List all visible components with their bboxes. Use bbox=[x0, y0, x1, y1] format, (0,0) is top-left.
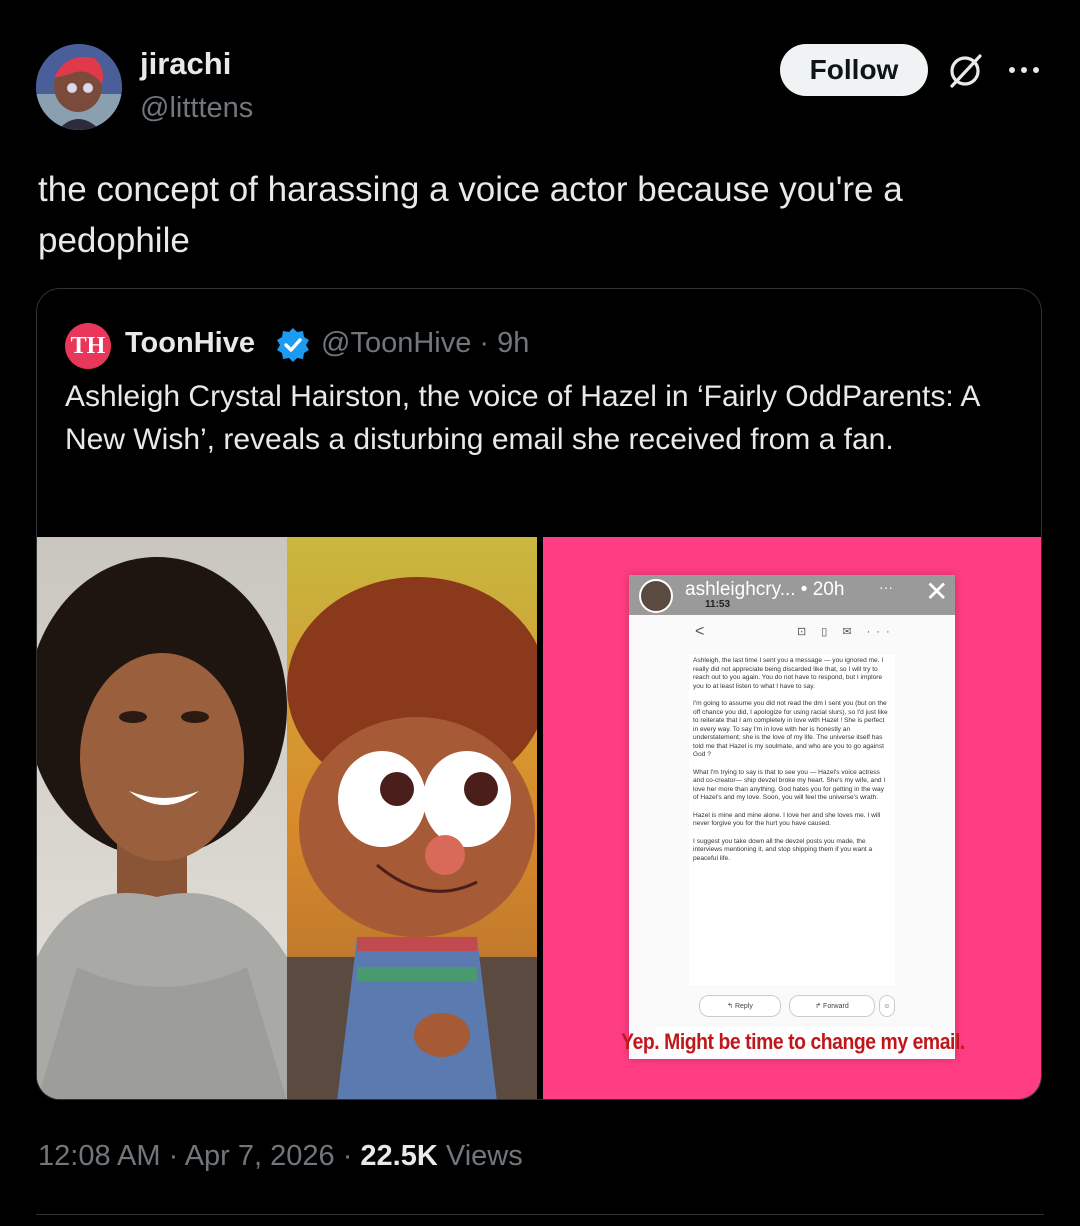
tweet-meta: 12:08 AM · Apr 7, 2026 · 22.5K Views bbox=[38, 1140, 523, 1173]
avatar[interactable] bbox=[36, 44, 122, 130]
divider bbox=[36, 1214, 1044, 1215]
email-emoji-icon: ☺ bbox=[879, 995, 895, 1017]
toonhive-avatar[interactable]: TH bbox=[65, 323, 111, 369]
more-options-icon[interactable] bbox=[1004, 52, 1044, 88]
story-username: ashleighcry... • 20h bbox=[685, 579, 845, 600]
story-screenshot: ashleighcry... • 20h 11:53 ··· ✕ < ⊡ ▯ ✉… bbox=[621, 575, 965, 1059]
email-reply-button: ↰ Reply bbox=[699, 995, 781, 1017]
story-clock: 11:53 bbox=[705, 599, 731, 610]
author-handle[interactable]: @litttens bbox=[140, 92, 253, 125]
email-paragraph: Ashleigh, the last time I sent you a mes… bbox=[693, 657, 884, 690]
story-close-icon: ✕ bbox=[925, 576, 949, 607]
email-paragraph: I'm going to assume you did not read the… bbox=[693, 700, 888, 758]
media-image-right[interactable]: ashleighcry... • 20h 11:53 ··· ✕ < ⊡ ▯ ✉… bbox=[543, 537, 1041, 1099]
email-actions: ↰ Reply ↱ Forward ☺ bbox=[689, 995, 895, 1017]
story-more-icon: ··· bbox=[879, 579, 893, 595]
author-name[interactable]: jirachi bbox=[140, 46, 231, 82]
views-label: Views bbox=[437, 1140, 523, 1172]
verified-badge-icon bbox=[273, 325, 313, 365]
email-paragraph: What I'm trying to say is that to see yo… bbox=[693, 768, 886, 802]
quoted-author-name[interactable]: ToonHive bbox=[125, 327, 255, 360]
email-paragraph: Hazel is mine and mine alone. I love her… bbox=[693, 811, 881, 828]
mail-toolbar-icons: ⊡ ▯ ✉ ··· bbox=[797, 626, 896, 638]
story-avatar bbox=[639, 579, 673, 613]
email-body: Ashleigh, the last time I sent you a mes… bbox=[689, 655, 895, 985]
views-count: 22.5K bbox=[360, 1140, 438, 1172]
email-paragraph: I suggest you take down all the devzel p… bbox=[693, 837, 873, 862]
mail-back-icon: < bbox=[695, 623, 705, 640]
follow-button[interactable]: Follow bbox=[780, 44, 928, 96]
timestamp[interactable]: 12:08 AM · Apr 7, 2026 · bbox=[38, 1140, 360, 1172]
quoted-tweet-card[interactable]: TH ToonHive @ToonHive · 9h Ashleigh Crys… bbox=[36, 288, 1042, 1100]
story-caption: Yep. Might be time to change my email. bbox=[621, 1027, 965, 1057]
quoted-handle-time[interactable]: @ToonHive · 9h bbox=[321, 327, 529, 360]
tweet-text: the concept of harassing a voice actor b… bbox=[38, 170, 903, 260]
media-image-left[interactable] bbox=[37, 537, 537, 1099]
email-forward-button: ↱ Forward bbox=[789, 995, 875, 1017]
grok-icon[interactable] bbox=[944, 50, 986, 92]
quoted-tweet-text: Ashleigh Crystal Hairston, the voice of … bbox=[65, 380, 979, 456]
